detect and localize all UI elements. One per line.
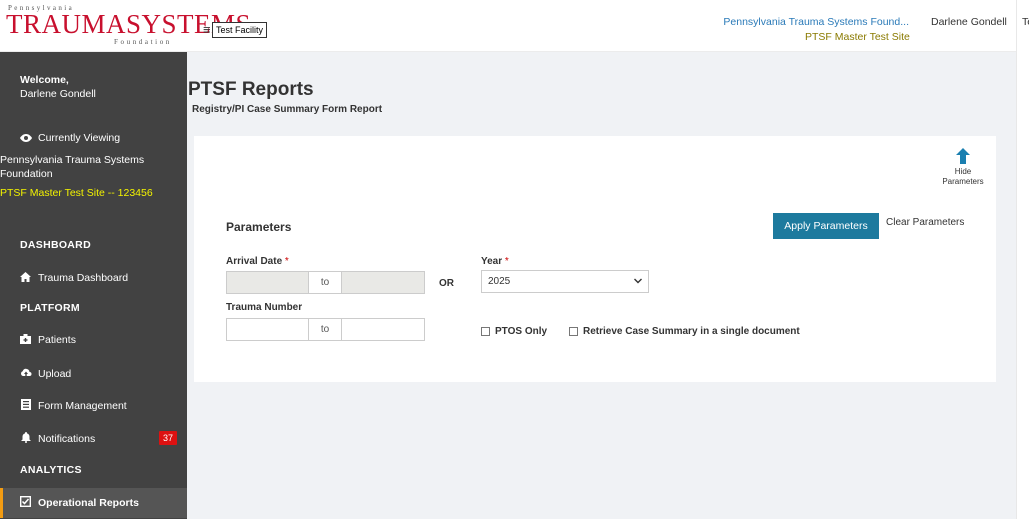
currently-viewing-header: Currently Viewing (20, 132, 120, 144)
form-icon (20, 399, 31, 413)
sidebar-item-notifications[interactable]: Notifications 37 (0, 425, 187, 453)
section-analytics: ANALYTICS (20, 464, 82, 476)
arrival-date-to-input[interactable] (341, 271, 425, 294)
facility-selector[interactable]: Test Facility (212, 22, 268, 38)
viewing-organization: Pennsylvania Trauma Systems Foundation (0, 154, 145, 180)
apply-parameters-button[interactable]: Apply Parameters (773, 213, 879, 239)
logo-foundation-text: Foundation (114, 38, 172, 46)
currently-viewing-label: Currently Viewing (38, 132, 121, 144)
clear-parameters-button[interactable]: Clear Parameters (886, 217, 964, 228)
sidebar-item-patients[interactable]: Patients (0, 326, 187, 354)
sidebar-item-label: Upload (38, 368, 72, 380)
page-title: PTSF Reports (188, 79, 314, 100)
viewing-site: PTSF Master Test Site -- 123456 (0, 187, 153, 199)
trauma-number-to-separator: to (309, 318, 341, 341)
cloud-upload-icon (20, 368, 32, 381)
welcome-user-name: Darlene Gondell (20, 88, 96, 100)
retrieve-summary-option[interactable]: Retrieve Case Summary in a single docume… (569, 326, 800, 337)
sidebar-item-trauma-dashboard[interactable]: Trauma Dashboard (0, 264, 187, 292)
ptos-only-checkbox[interactable] (481, 327, 490, 336)
year-label: Year * (481, 256, 509, 267)
year-label-text: Year (481, 256, 503, 267)
parameters-heading: Parameters (226, 220, 292, 234)
eye-icon (20, 134, 32, 142)
arrival-date-to-separator: to (309, 271, 341, 294)
sidebar-item-operational-reports[interactable]: Operational Reports (0, 488, 187, 518)
patient-case-icon (20, 333, 31, 347)
right-edge-panel: Te (1016, 0, 1029, 519)
required-marker: * (504, 256, 509, 267)
retrieve-summary-label: Retrieve Case Summary in a single docume… (583, 326, 800, 337)
year-select[interactable]: 2025 (481, 270, 649, 293)
or-label: OR (439, 278, 454, 289)
year-selected-value: 2025 (488, 276, 511, 287)
sidebar-item-form-management[interactable]: Form Management (0, 392, 187, 420)
parameters-panel: Hide Parameters Parameters Apply Paramet… (194, 136, 996, 382)
sidebar-item-label: Notifications (38, 433, 96, 445)
ptos-only-label: PTOS Only (495, 326, 548, 337)
welcome-heading: Welcome, (20, 74, 69, 86)
main-content: PTSF Reports Registry/PI Case Summary Fo… (187, 52, 1016, 519)
report-subtitle: Registry/PI Case Summary Form Report (192, 104, 383, 115)
arrow-up-icon (938, 148, 988, 167)
arrival-date-label: Arrival Date * (226, 256, 289, 267)
checkbox-square-icon (19, 495, 32, 510)
section-dashboard: DASHBOARD (20, 239, 91, 251)
ptsf-logo[interactable]: Pennsylvania TRAUMASYSTEMS Foundation (6, 4, 251, 46)
retrieve-summary-checkbox[interactable] (569, 327, 578, 336)
sidebar-item-label: Operational Reports (38, 497, 139, 509)
sidebar: Welcome, Darlene Gondell Currently Viewi… (0, 52, 187, 519)
arrival-date-label-text: Arrival Date (226, 256, 283, 267)
notifications-count-badge: 37 (158, 431, 177, 445)
hamburger-icon[interactable]: ≡ (203, 23, 211, 36)
trauma-number-from-input[interactable] (226, 318, 309, 341)
truncated-header-text: Te (1022, 16, 1029, 28)
chevron-down-icon (634, 276, 642, 287)
required-marker: * (284, 256, 289, 267)
trauma-number-label: Trauma Number (226, 302, 303, 313)
section-platform: PLATFORM (20, 302, 80, 314)
ptos-only-option[interactable]: PTOS Only (481, 326, 547, 337)
home-icon (20, 271, 31, 285)
sidebar-item-label: Patients (38, 334, 76, 346)
sidebar-item-upload[interactable]: Upload (0, 360, 187, 388)
organization-link[interactable]: Pennsylvania Trauma Systems Found... (723, 16, 909, 28)
sidebar-item-label: Trauma Dashboard (38, 272, 129, 284)
hide-parameters-button[interactable]: Hide Parameters (938, 148, 988, 186)
top-bar: Pennsylvania TRAUMASYSTEMS Foundation ≡ … (0, 0, 1016, 52)
user-menu[interactable]: Darlene Gondell (931, 16, 1007, 28)
bell-icon (20, 432, 31, 446)
sidebar-item-label: Form Management (38, 400, 127, 412)
hide-parameters-label: Hide Parameters (942, 167, 984, 186)
arrival-date-from-input[interactable] (226, 271, 309, 294)
trauma-number-to-input[interactable] (341, 318, 425, 341)
site-name: PTSF Master Test Site (805, 31, 910, 43)
